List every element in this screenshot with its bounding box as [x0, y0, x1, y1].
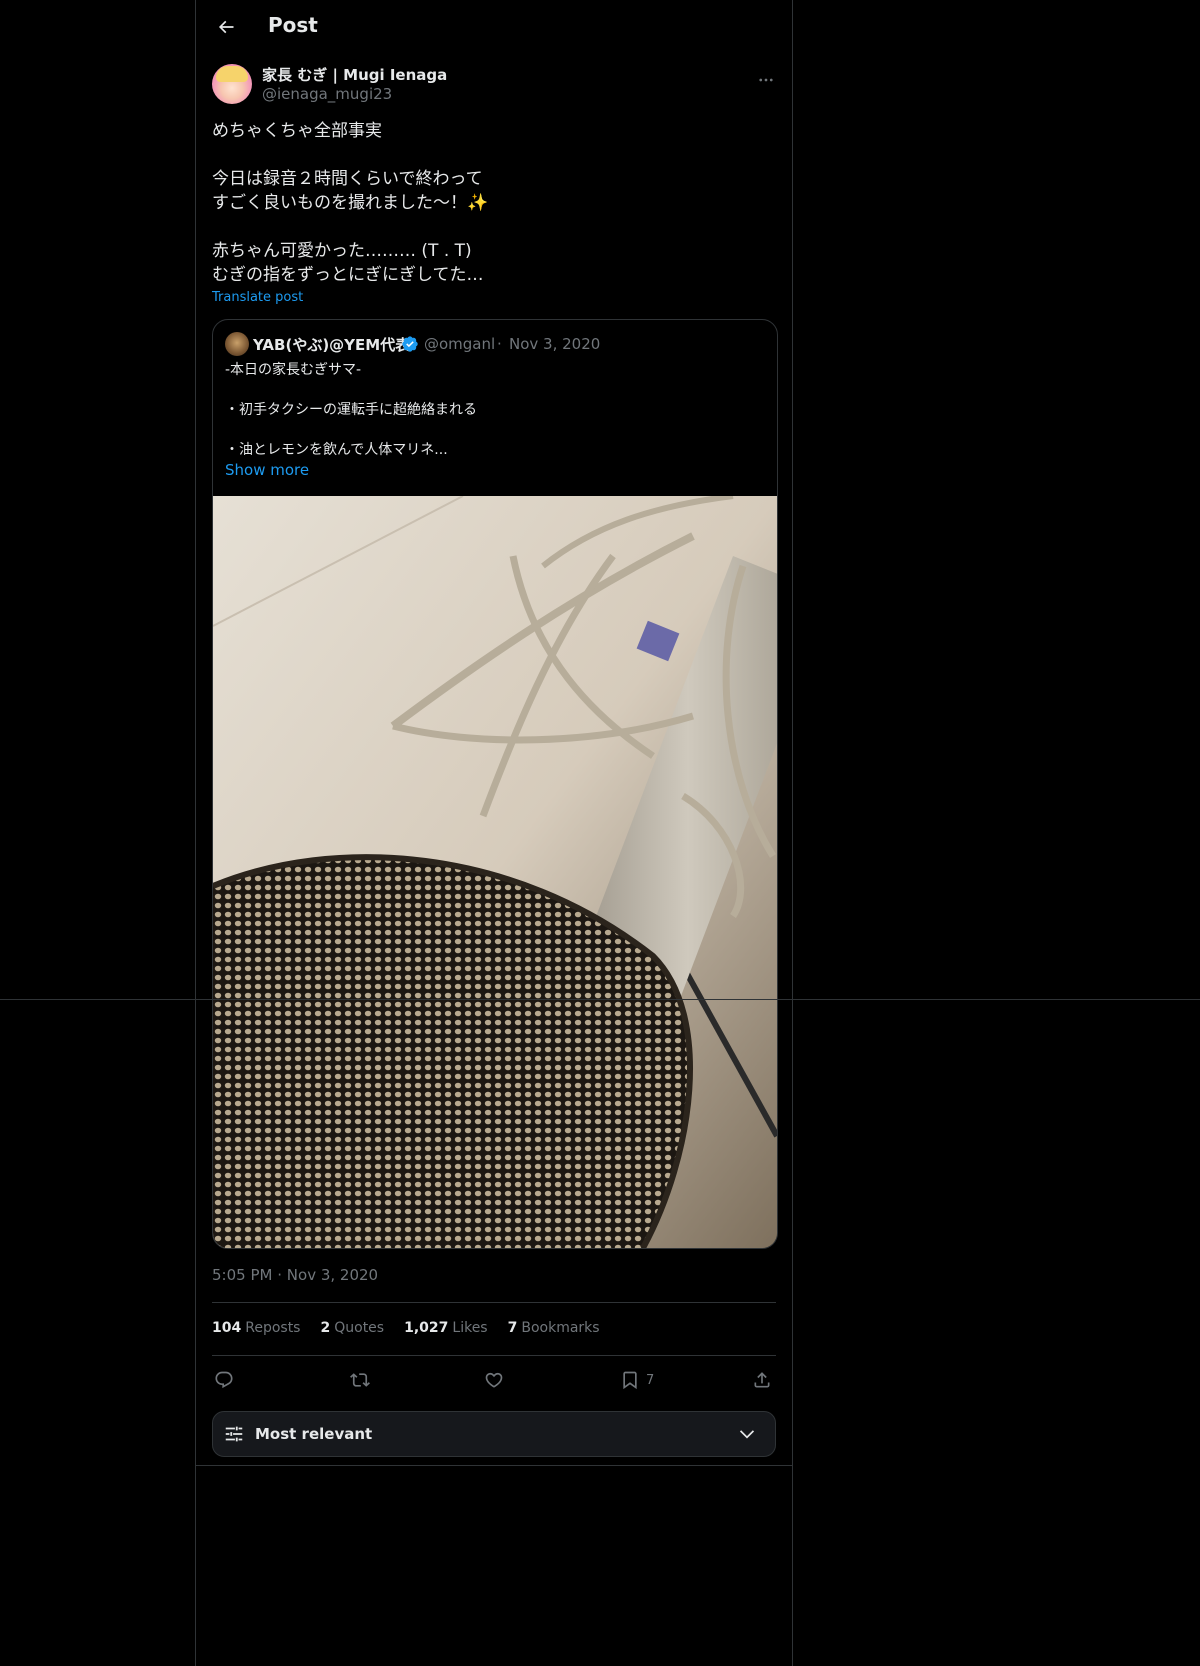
- separator-dot: ·: [497, 335, 502, 353]
- quote-text-line: ・油とレモンを飲んで人体マリネ...: [225, 442, 448, 458]
- post-text-line: めちゃくちゃ全部事実: [212, 121, 382, 141]
- share-button[interactable]: [752, 1368, 772, 1392]
- show-more-link[interactable]: Show more: [225, 461, 309, 479]
- quote-text-line: ・初手タクシーの運転手に超絶絡まれる: [225, 402, 477, 418]
- reply-icon: [215, 1371, 233, 1389]
- post-timestamp[interactable]: 5:05 PM · Nov 3, 2020: [212, 1266, 378, 1284]
- bookmark-button[interactable]: 7: [620, 1368, 654, 1392]
- verified-badge-icon: [402, 336, 418, 352]
- page-title: Post: [268, 13, 318, 37]
- share-icon: [754, 1372, 770, 1388]
- quote-author-handle[interactable]: @omganl: [424, 335, 495, 353]
- quotes-stat[interactable]: 2 Quotes: [320, 1320, 384, 1336]
- repost-icon: [350, 1373, 370, 1387]
- sliders-icon: [225, 1426, 243, 1442]
- post-text-line: 赤ちゃん可愛かった……… (T . T): [212, 241, 472, 261]
- author-handle[interactable]: @ienaga_mugi23: [262, 85, 392, 103]
- bookmarks-count: 7: [507, 1320, 518, 1336]
- quote-author-name[interactable]: YAB(やぶ)@YEM代表: [253, 334, 410, 355]
- quote-avatar[interactable]: [225, 332, 249, 356]
- quote-image[interactable]: [213, 496, 777, 1248]
- more-options-button[interactable]: [756, 70, 776, 90]
- like-button[interactable]: [484, 1368, 504, 1392]
- post-text: めちゃくちゃ全部事実 今日は録音２時間くらいで終わって すごく良いものを撮れまし…: [212, 119, 772, 287]
- quotes-label: Quotes: [334, 1320, 385, 1336]
- more-icon: [759, 78, 773, 82]
- post-text-line: 今日は録音２時間くらいで終わって: [212, 169, 483, 189]
- quote-date[interactable]: Nov 3, 2020: [509, 335, 600, 353]
- bookmark-icon: [623, 1371, 637, 1390]
- avatar[interactable]: [212, 64, 252, 104]
- bookmarks-stat[interactable]: 7 Bookmarks: [508, 1320, 600, 1336]
- reply-button[interactable]: [214, 1368, 234, 1392]
- author-row: 家長 むぎ | Mugi Ienaga @ienaga_mugi23: [212, 64, 776, 108]
- bookmark-count: 7: [646, 1372, 655, 1388]
- reposts-count: 104: [212, 1320, 242, 1336]
- chevron-down-icon: [739, 1430, 755, 1439]
- arrow-left-icon: [218, 20, 234, 34]
- translate-post-link[interactable]: Translate post: [212, 290, 303, 305]
- divider: [212, 1302, 776, 1303]
- repost-button[interactable]: [350, 1368, 370, 1392]
- timestamp-date: Nov 3, 2020: [286, 1266, 379, 1284]
- reposts-label: Reposts: [245, 1320, 301, 1336]
- quotes-count: 2: [320, 1320, 331, 1336]
- timestamp-time: 5:05 PM: [212, 1266, 273, 1284]
- reposts-stat[interactable]: 104 Reposts: [212, 1320, 300, 1336]
- quoted-post[interactable]: YAB(やぶ)@YEM代表 @omganl · Nov 3, 2020 -本日の…: [212, 319, 778, 1249]
- horizontal-rule: [0, 999, 1200, 1000]
- author-name[interactable]: 家長 むぎ | Mugi Ienaga: [262, 64, 447, 85]
- action-bar: 7: [212, 1368, 776, 1392]
- microphone-photo: [213, 496, 777, 1248]
- separator-dot: ·: [277, 1266, 283, 1284]
- engagement-stats: 104 Reposts 2 Quotes 1,027 Likes 7 Bookmarks: [212, 1320, 600, 1336]
- divider: [196, 1465, 792, 1466]
- divider: [212, 1355, 776, 1356]
- top-bar: Post: [196, 0, 792, 53]
- bookmarks-label: Bookmarks: [521, 1320, 600, 1336]
- post-text-line: すごく良いものを撮れました〜！✨: [212, 193, 489, 213]
- heart-icon: [485, 1372, 503, 1388]
- back-button[interactable]: [210, 11, 242, 43]
- post-column: Post 家長 むぎ | Mugi Ienaga @ienaga_mugi23 …: [195, 0, 793, 1666]
- quote-text: -本日の家長むぎサマ- ・初手タクシーの運転手に超絶絡まれる ・油とレモンを飲ん…: [225, 360, 765, 460]
- likes-count: 1,027: [404, 1320, 449, 1336]
- likes-label: Likes: [452, 1320, 488, 1336]
- likes-stat[interactable]: 1,027 Likes: [404, 1320, 488, 1336]
- post-text-line: むぎの指をずっとにぎにぎしてた…: [212, 265, 484, 285]
- quote-text-line: -本日の家長むぎサマ-: [225, 362, 362, 378]
- sort-label: Most relevant: [255, 1425, 373, 1443]
- reply-sort-dropdown[interactable]: Most relevant: [212, 1411, 776, 1457]
